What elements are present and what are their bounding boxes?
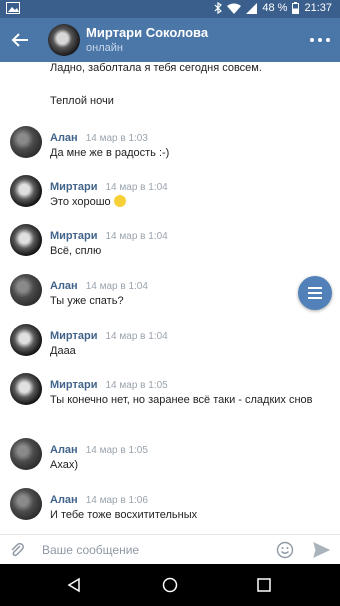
- bluetooth-icon: [214, 2, 223, 14]
- gallery-notification-icon: [6, 2, 20, 14]
- wifi-icon: [227, 3, 242, 14]
- message-text: Да мне же в радость :-): [50, 147, 170, 159]
- sender-name[interactable]: Миртари: [50, 181, 98, 193]
- clock: 21:37: [304, 2, 332, 14]
- message-time: 14 мар в 1:04: [105, 182, 168, 193]
- nav-home-icon[interactable]: [162, 577, 178, 593]
- message-list[interactable]: Ладно, заболтала я тебя сегодня совсем. …: [0, 62, 340, 534]
- sender-avatar[interactable]: [10, 488, 42, 520]
- battery-level: 48 %: [262, 2, 288, 14]
- sender-name[interactable]: Алан: [50, 494, 78, 506]
- message-text: Дааа: [50, 345, 76, 357]
- sender-avatar[interactable]: [10, 324, 42, 356]
- message-text-continued: Ладно, заболтала я тебя сегодня совсем.: [50, 62, 262, 74]
- message-text: Всё, сплю: [50, 245, 102, 257]
- contact-avatar[interactable]: [48, 24, 80, 56]
- sender-name[interactable]: Алан: [50, 132, 78, 144]
- sender-name[interactable]: Миртари: [50, 330, 98, 342]
- more-options-icon[interactable]: [310, 30, 330, 50]
- sender-avatar[interactable]: [10, 274, 42, 306]
- nav-back-icon[interactable]: [66, 577, 82, 593]
- contact-status: онлайн: [86, 42, 123, 54]
- sender-avatar[interactable]: [10, 438, 42, 470]
- message-time: 14 мар в 1:05: [85, 445, 148, 456]
- chat-header: Миртари Соколова онлайн: [0, 18, 340, 62]
- menu-line: [308, 287, 322, 289]
- smiley-emoji-icon: [113, 195, 126, 207]
- message-text: Это хорошо: [50, 196, 111, 208]
- message-input[interactable]: [42, 540, 262, 560]
- sender-avatar[interactable]: [10, 126, 42, 158]
- message-composer: [0, 534, 340, 565]
- sender-name[interactable]: Алан: [50, 280, 78, 292]
- contact-name[interactable]: Миртари Соколова: [86, 25, 208, 40]
- message-text: И тебе тоже восхитительных: [50, 509, 198, 521]
- menu-line: [308, 292, 322, 294]
- paperclip-icon[interactable]: [8, 541, 26, 559]
- message-time: 14 мар в 1:04: [105, 331, 168, 342]
- message-time: 14 мар в 1:04: [85, 281, 148, 292]
- status-bar: 48 % 21:37: [0, 0, 340, 18]
- message-time: 14 мар в 1:03: [85, 133, 148, 144]
- sender-name[interactable]: Миртари: [50, 230, 98, 242]
- nav-recent-apps-icon[interactable]: [256, 577, 272, 593]
- sender-name[interactable]: Миртари: [50, 379, 98, 391]
- back-arrow-icon[interactable]: [8, 28, 32, 52]
- sender-avatar[interactable]: [10, 175, 42, 207]
- battery-icon: [292, 2, 300, 14]
- chat-menu-button[interactable]: [298, 276, 332, 310]
- emoji-icon[interactable]: [276, 541, 294, 559]
- sender-name[interactable]: Алан: [50, 444, 78, 456]
- message-time: 14 мар в 1:05: [105, 380, 168, 391]
- message-text: Ахах): [50, 459, 78, 471]
- menu-line: [308, 297, 322, 299]
- sender-avatar[interactable]: [10, 224, 42, 256]
- message-text: Ты уже спать?: [50, 295, 124, 307]
- message-text: Ты конечно нет, но заранее всё таки - сл…: [50, 394, 313, 406]
- sender-avatar[interactable]: [10, 373, 42, 405]
- signal-icon: [246, 2, 258, 14]
- message-time: 14 мар в 1:06: [85, 495, 148, 506]
- message-time: 14 мар в 1:04: [105, 231, 168, 242]
- send-icon[interactable]: [312, 541, 330, 559]
- message-text-continued: Теплой ночи: [50, 95, 114, 107]
- system-nav-bar: [0, 564, 340, 606]
